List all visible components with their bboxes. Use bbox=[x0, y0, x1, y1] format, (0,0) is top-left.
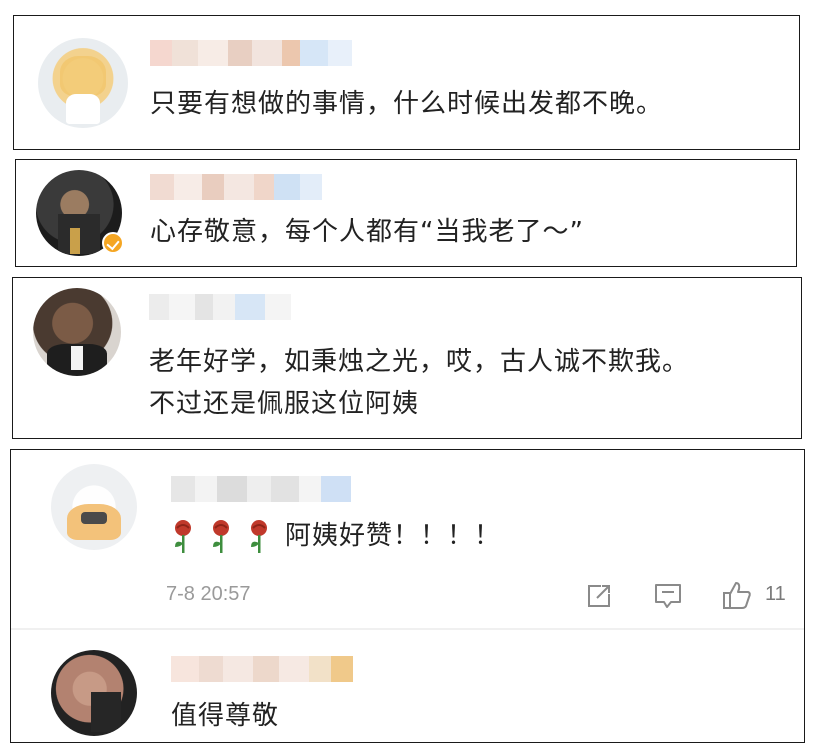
user-avatar[interactable] bbox=[38, 38, 128, 128]
comment-card-3: 老年好学，如秉烛之光，哎，古人诚不欺我。 不过还是佩服这位阿姨 bbox=[12, 277, 802, 439]
divider bbox=[11, 628, 804, 630]
reply-user-avatar[interactable] bbox=[51, 650, 137, 736]
rose-emoji bbox=[209, 519, 233, 555]
verified-badge-icon bbox=[102, 232, 124, 254]
username-blurred[interactable] bbox=[149, 294, 291, 320]
user-avatar[interactable] bbox=[51, 464, 137, 550]
comment-text-body: 阿姨好赞！！！！ bbox=[285, 521, 502, 551]
share-icon[interactable] bbox=[585, 582, 613, 610]
comment-text-line-2: 不过还是佩服这位阿姨 bbox=[149, 389, 420, 419]
rose-emoji bbox=[171, 519, 195, 555]
comment-icon[interactable] bbox=[653, 582, 683, 610]
user-avatar[interactable] bbox=[33, 288, 121, 376]
comment-text: 心存敬意，每个人都有“当我老了～” bbox=[150, 217, 584, 247]
comment-text: 只要有想做的事情，什么时候出发都不晚。 bbox=[150, 89, 664, 119]
like-icon[interactable] bbox=[721, 580, 753, 610]
comment-text: 阿姨好赞！！！！ bbox=[171, 516, 501, 556]
comment-card-1: 只要有想做的事情，什么时候出发都不晚。 bbox=[13, 15, 800, 150]
comment-text-line-1: 老年好学，如秉烛之光，哎，古人诚不欺我。 bbox=[149, 347, 690, 377]
rose-emoji bbox=[247, 519, 271, 555]
username-blurred[interactable] bbox=[150, 40, 352, 66]
comment-card-2: 心存敬意，每个人都有“当我老了～” bbox=[15, 159, 797, 267]
comment-timestamp: 7-8 20:57 bbox=[166, 583, 251, 605]
comment-card-4: 阿姨好赞！！！！ 7-8 20:57 11 值得尊敬 bbox=[10, 449, 805, 743]
reply-username-blurred[interactable] bbox=[171, 656, 353, 682]
reply-text: 值得尊敬 bbox=[171, 701, 280, 731]
username-blurred[interactable] bbox=[171, 476, 351, 502]
username-blurred[interactable] bbox=[150, 174, 322, 200]
like-count: 11 bbox=[765, 583, 786, 605]
